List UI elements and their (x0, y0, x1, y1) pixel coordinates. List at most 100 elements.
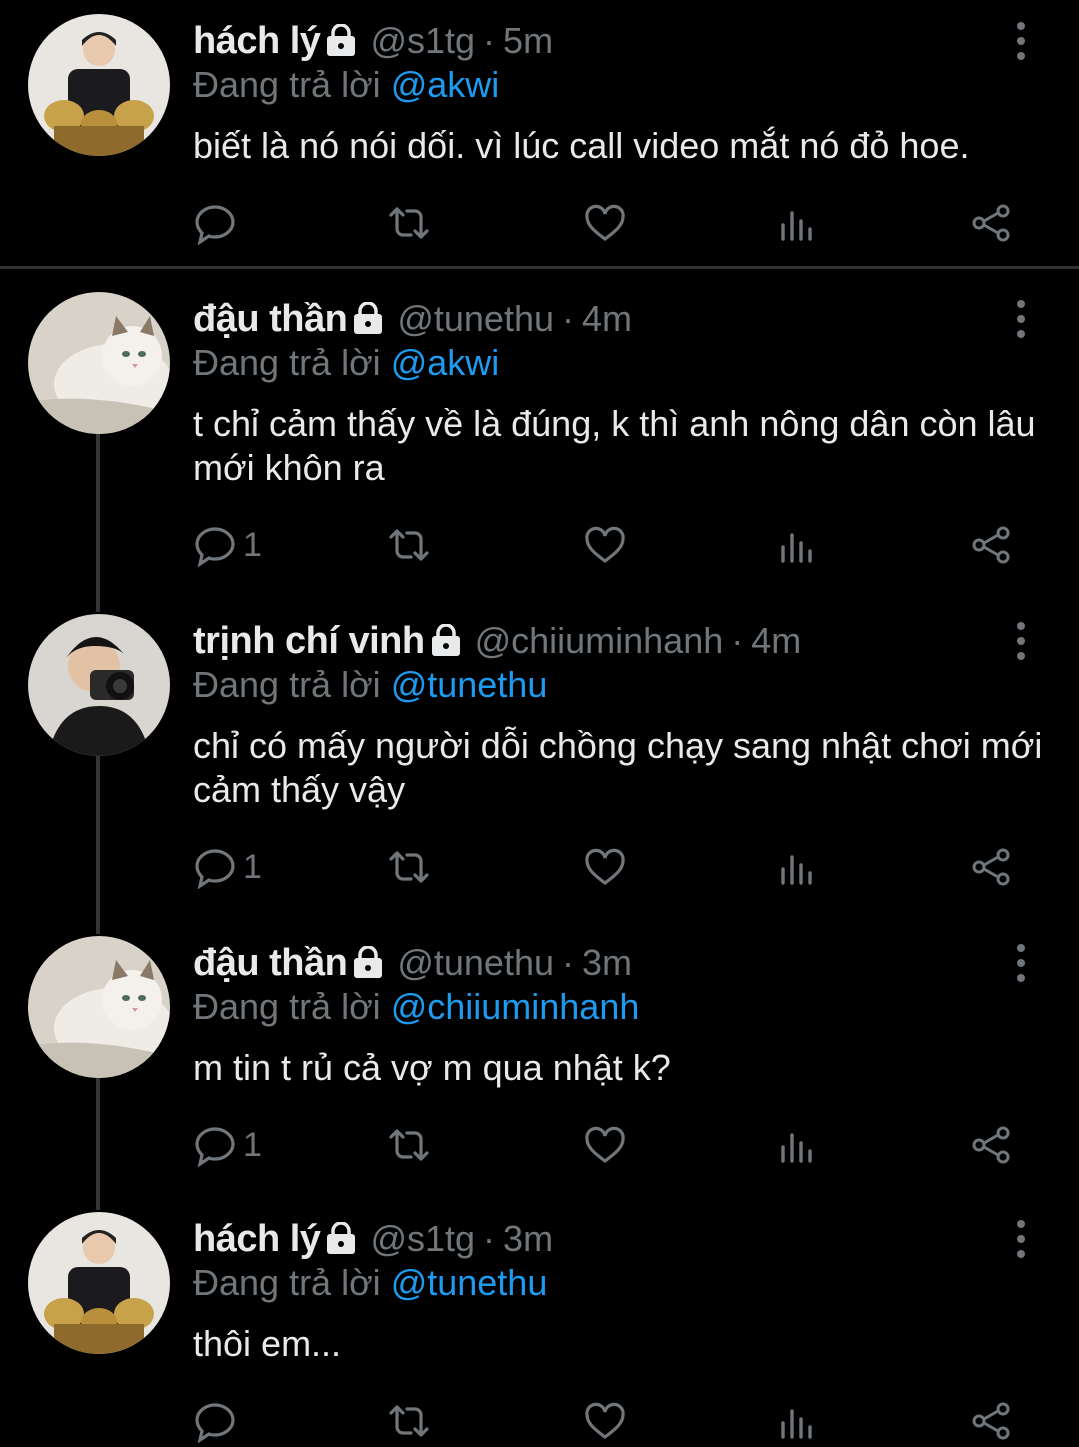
thread-line (96, 434, 100, 612)
tweet-header: đậu thần @tunethu · 3m (193, 938, 632, 988)
retweet-button[interactable] (387, 1122, 431, 1168)
retweet-icon (389, 207, 429, 239)
share-button[interactable] (969, 844, 1013, 890)
display-name[interactable]: hách lý (193, 1218, 321, 1261)
views-button[interactable] (777, 200, 821, 246)
thread-line (96, 1078, 100, 1210)
retweet-icon (389, 1405, 429, 1437)
user-handle[interactable]: @s1tg (370, 20, 475, 62)
tweet-header: trịnh chí vinh @chiiuminhanh · 4m (193, 616, 801, 666)
avatar[interactable] (28, 614, 170, 756)
reply-mention-link[interactable]: @akwi (391, 64, 500, 105)
like-button[interactable] (583, 1122, 627, 1168)
display-name[interactable]: đậu thần (193, 942, 348, 985)
tweet-text: m tin t rủ cả vợ m qua nhật k? (193, 1047, 671, 1088)
views-button[interactable] (777, 844, 821, 890)
lock-icon (429, 624, 463, 658)
replying-to: Đang trả lời @akwi (193, 64, 499, 106)
more-icon[interactable] (1006, 16, 1036, 66)
lock-icon (324, 24, 358, 58)
more-icon[interactable] (1006, 938, 1036, 988)
cat-avatar (28, 292, 170, 434)
retweet-icon (389, 851, 429, 883)
like-icon (585, 204, 625, 241)
views-button[interactable] (777, 1398, 821, 1444)
user-handle[interactable]: @s1tg (370, 1218, 475, 1260)
user-handle[interactable]: @tunethu (397, 942, 554, 984)
reply-mention-link[interactable]: @tunethu (391, 664, 548, 705)
display-name[interactable]: hách lý (193, 20, 321, 63)
tweet-actions: 1 (193, 522, 1023, 568)
views-icon (781, 211, 812, 241)
more-icon[interactable] (1006, 1214, 1036, 1264)
share-button[interactable] (969, 1398, 1013, 1444)
share-button[interactable] (969, 1122, 1013, 1168)
lock-icon (351, 946, 385, 980)
replying-to-label: Đang trả lời (193, 986, 381, 1027)
tweet-actions: 1 (193, 1122, 1023, 1168)
avatar[interactable] (28, 292, 170, 434)
more-icon[interactable] (1006, 294, 1036, 344)
share-button[interactable] (969, 522, 1013, 568)
tweet-text: t chỉ cảm thấy về là đúng, k thì anh nôn… (193, 403, 1036, 488)
tweet-text: thôi em... (193, 1323, 342, 1364)
avatar[interactable] (28, 14, 170, 156)
avatar[interactable] (28, 936, 170, 1078)
tweet-header: hách lý @s1tg · 5m (193, 16, 553, 66)
share-icon (972, 526, 1010, 564)
retweet-button[interactable] (387, 522, 431, 568)
retweet-button[interactable] (387, 844, 431, 890)
like-button[interactable] (583, 522, 627, 568)
tweet-actions (193, 200, 1023, 246)
tweet-text: biết là nó nói dối. vì lúc call video mắ… (193, 125, 970, 166)
reply-icon (195, 1403, 235, 1443)
timestamp[interactable]: 4m (751, 620, 801, 662)
tweet-actions: 1 (193, 844, 1023, 890)
tweet-header: đậu thần @tunethu · 4m (193, 294, 632, 344)
thread-line (96, 756, 100, 934)
reply-button[interactable] (193, 200, 243, 246)
camera-person-avatar (28, 614, 170, 756)
reply-button[interactable]: 1 (193, 1122, 262, 1168)
display-name[interactable]: trịnh chí vinh (193, 620, 425, 663)
share-icon (972, 1126, 1010, 1164)
timestamp[interactable]: 3m (582, 942, 632, 984)
like-button[interactable] (583, 200, 627, 246)
timestamp[interactable]: 4m (582, 298, 632, 340)
reply-button[interactable]: 1 (193, 522, 262, 568)
user-handle[interactable]: @chiiuminhanh (475, 620, 724, 662)
reply-button[interactable]: 1 (193, 844, 262, 890)
user-handle[interactable]: @tunethu (397, 298, 554, 340)
views-button[interactable] (777, 522, 821, 568)
share-button[interactable] (969, 200, 1013, 246)
like-icon (585, 1402, 625, 1439)
display-name[interactable]: đậu thần (193, 298, 348, 341)
like-button[interactable] (583, 844, 627, 890)
divider (0, 266, 1079, 269)
reply-mention-link[interactable]: @chiiuminhanh (391, 986, 640, 1027)
reply-count: 1 (243, 1125, 262, 1164)
replying-to: Đang trả lời @akwi (193, 342, 499, 384)
share-icon (972, 1402, 1010, 1440)
separator-dot: · (561, 942, 574, 983)
like-icon (585, 848, 625, 885)
timestamp[interactable]: 5m (503, 20, 553, 62)
tweet-actions (193, 1398, 1023, 1444)
like-button[interactable] (583, 1398, 627, 1444)
views-button[interactable] (777, 1122, 821, 1168)
more-icon[interactable] (1006, 616, 1036, 666)
reply-button[interactable] (193, 1398, 243, 1444)
share-icon (972, 848, 1010, 886)
reply-mention-link[interactable]: @akwi (391, 342, 500, 383)
timestamp[interactable]: 3m (503, 1218, 553, 1260)
reply-mention-link[interactable]: @tunethu (391, 1262, 548, 1303)
person-trophies-avatar (28, 1212, 170, 1354)
separator-dot: · (731, 620, 744, 661)
retweet-button[interactable] (387, 200, 431, 246)
replying-to: Đang trả lời @chiiuminhanh (193, 986, 639, 1028)
retweet-button[interactable] (387, 1398, 431, 1444)
share-icon (972, 204, 1010, 242)
separator-dot: · (483, 20, 496, 61)
avatar[interactable] (28, 1212, 170, 1354)
lock-icon (324, 1222, 358, 1256)
